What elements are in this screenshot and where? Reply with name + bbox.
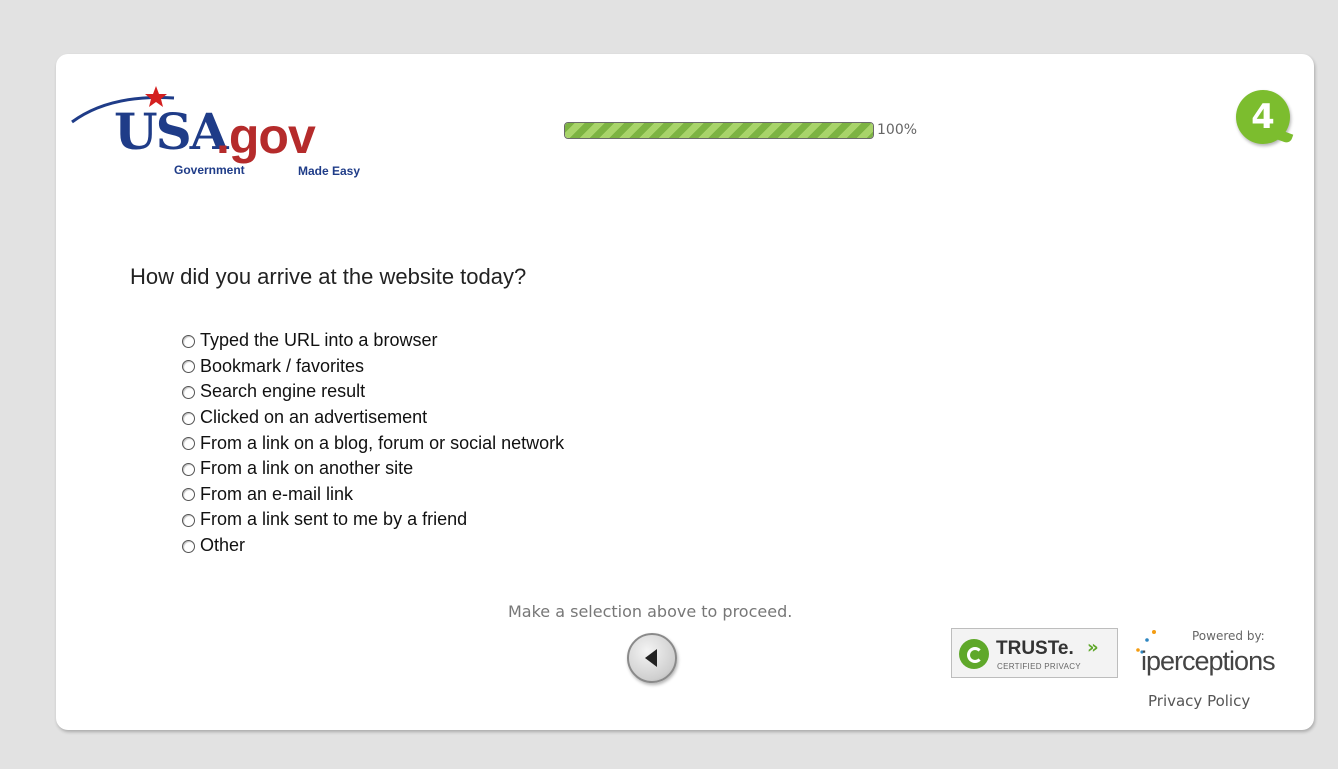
answer-option-label: From a link on another site [200, 458, 414, 479]
truste-seal[interactable]: TRUSTe. » CERTIFIED PRIVACY [951, 628, 1118, 678]
truste-subtitle: CERTIFIED PRIVACY [997, 662, 1081, 671]
radio-button[interactable] [182, 411, 195, 425]
answer-option[interactable]: Bookmark / favorites [182, 354, 564, 380]
progress-fill [565, 123, 873, 138]
back-arrow-icon [645, 649, 657, 667]
iperceptions-logo[interactable]: iperceptions [1141, 646, 1276, 677]
radio-button[interactable] [182, 488, 195, 502]
powered-by-label: Powered by: [1192, 629, 1265, 643]
privacy-policy-link[interactable]: Privacy Policy [1148, 692, 1250, 710]
answer-option-label: Typed the URL into a browser [200, 330, 438, 351]
radio-button[interactable] [182, 513, 195, 527]
answer-option-label: Bookmark / favorites [200, 355, 365, 376]
answer-option-label: Clicked on an advertisement [200, 407, 428, 428]
answer-option-label: From an e-mail link [200, 483, 354, 504]
truste-logo-icon [959, 639, 989, 669]
answer-option-label: From a link sent to me by a friend [200, 509, 468, 530]
radio-button[interactable] [182, 385, 195, 399]
survey-card: USA .gov Government Made Easy 100% 4 How… [56, 54, 1314, 730]
progress-percent: 100% [877, 122, 918, 138]
question-text: How did you arrive at the website today? [130, 264, 527, 289]
radio-button[interactable] [182, 437, 195, 451]
radio-button[interactable] [182, 462, 195, 476]
radio-button[interactable] [182, 539, 195, 553]
4q-badge-label: 4 [1251, 97, 1275, 137]
answer-option[interactable]: Search engine result [182, 379, 564, 405]
progress-bar [564, 122, 874, 139]
proceed-hint: Make a selection above to proceed. [508, 602, 793, 621]
answer-option-label: Other [200, 535, 246, 556]
answer-option[interactable]: From an e-mail link [182, 482, 564, 508]
logo-tagline-left: Government [174, 163, 245, 177]
answer-options: Typed the URL into a browser Bookmark / f… [182, 328, 564, 558]
usa-gov-logo: USA .gov Government Made Easy [70, 82, 400, 192]
back-button[interactable] [627, 633, 677, 683]
logo-tagline-right: Made Easy [298, 164, 361, 178]
radio-button[interactable] [182, 360, 195, 374]
answer-option[interactable]: Typed the URL into a browser [182, 328, 564, 354]
answer-option[interactable]: From a link on another site [182, 456, 564, 482]
answer-option-label: From a link on a blog, forum or social n… [200, 432, 565, 453]
answer-option[interactable]: Other [182, 533, 564, 559]
answer-option-label: Search engine result [200, 381, 366, 402]
answer-option[interactable]: From a link on a blog, forum or social n… [182, 430, 564, 456]
answer-option[interactable]: From a link sent to me by a friend [182, 507, 564, 533]
radio-button[interactable] [182, 334, 195, 348]
logo-usa-text: USA [114, 102, 229, 161]
answer-option[interactable]: Clicked on an advertisement [182, 405, 564, 431]
4q-badge-tail [1276, 129, 1294, 145]
truste-name: TRUSTe. [996, 638, 1074, 659]
truste-arrows-icon: » [1087, 637, 1099, 658]
logo-gov-text: .gov [216, 108, 316, 164]
